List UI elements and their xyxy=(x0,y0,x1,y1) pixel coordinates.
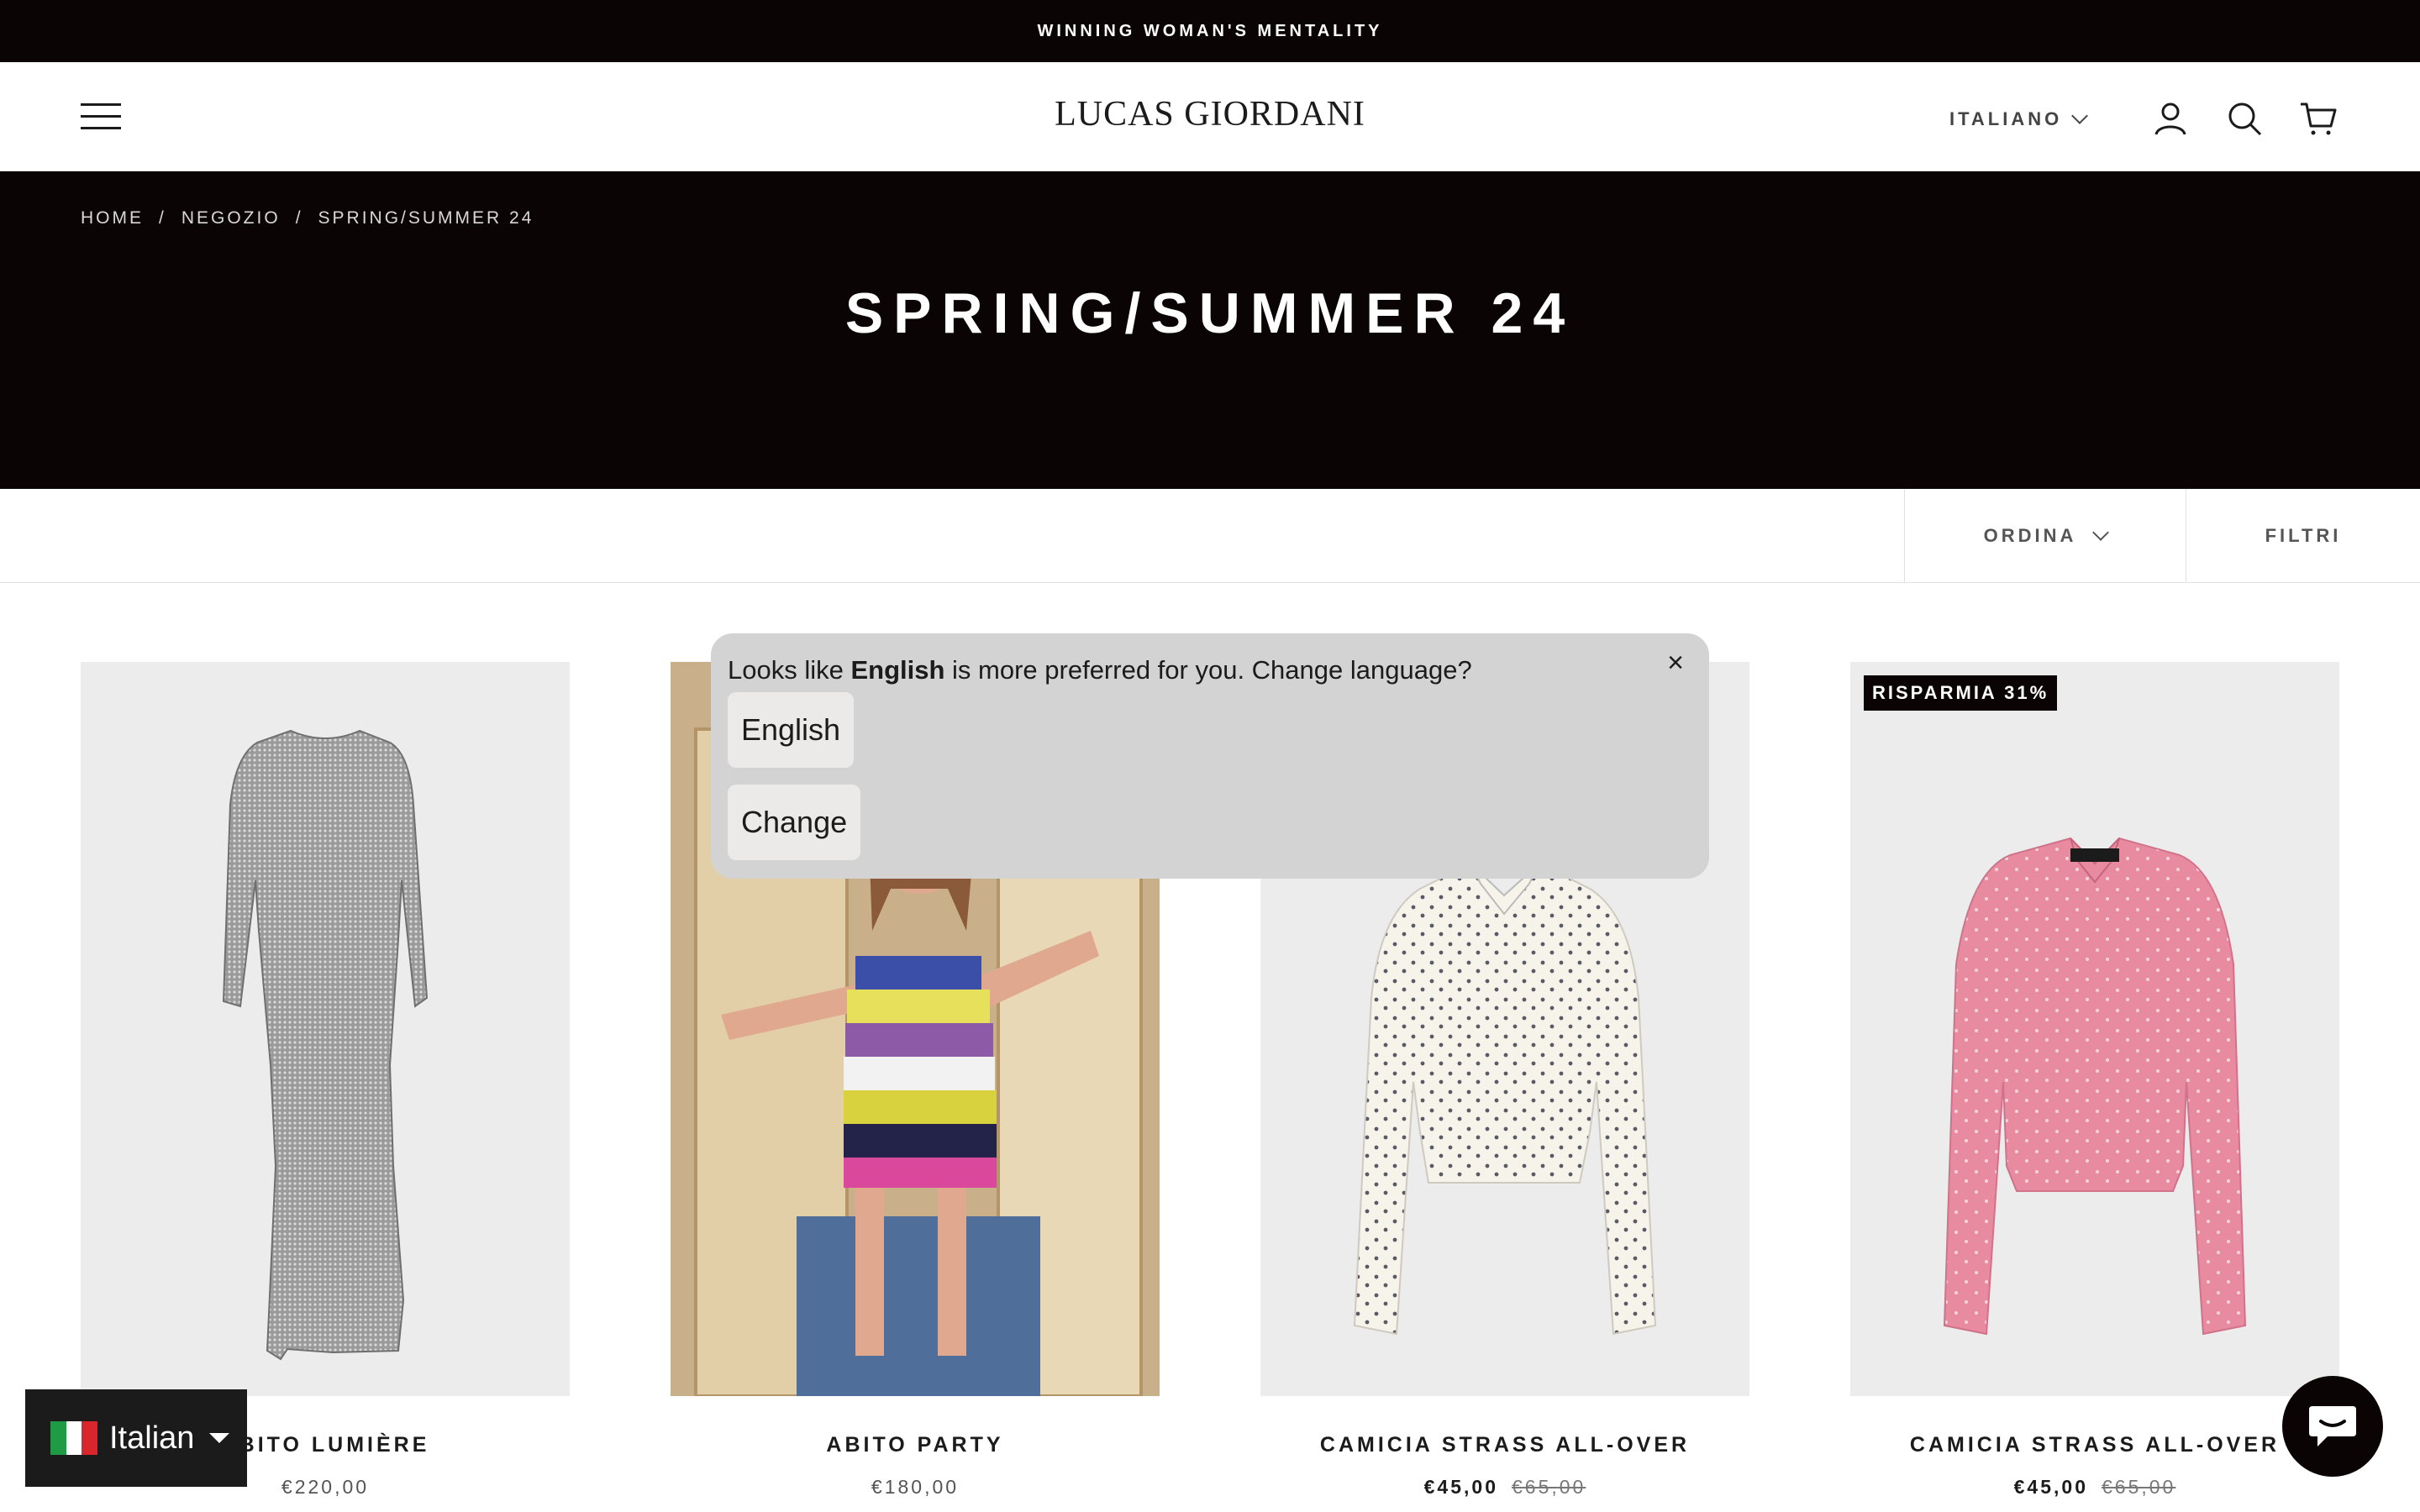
message-prefix: Looks like xyxy=(728,655,851,685)
sort-button[interactable]: ORDINA xyxy=(1904,489,2186,583)
discount-badge: RISPARMIA 31% xyxy=(1864,675,2058,711)
announcement-bar: WINNING WOMAN'S MENTALITY xyxy=(0,0,2420,62)
breadcrumb-home[interactable]: HOME xyxy=(81,208,144,228)
product-price: €45,00 €65,00 xyxy=(1850,1476,2339,1499)
message-suffix: is more preferred for you. Change langua… xyxy=(944,655,1472,685)
compare-price: €65,00 xyxy=(2102,1476,2176,1498)
breadcrumb-separator: / xyxy=(159,208,166,228)
message-language: English xyxy=(850,655,945,685)
language-option-button[interactable]: English xyxy=(728,692,855,768)
product-image[interactable]: RISPARMIA 31% xyxy=(1850,662,2339,1396)
collection-hero: HOME / NEGOZIO / SPRING/SUMMER 24 SPRING… xyxy=(0,171,2420,489)
compare-price: €65,00 xyxy=(1512,1476,1586,1498)
announcement-text: WINNING WOMAN'S MENTALITY xyxy=(1037,21,1383,40)
breadcrumb-shop[interactable]: NEGOZIO xyxy=(182,208,281,228)
chevron-down-icon xyxy=(2092,524,2110,541)
search-icon[interactable] xyxy=(2225,99,2264,138)
sort-label: ORDINA xyxy=(1983,525,2077,546)
menu-icon[interactable] xyxy=(81,103,121,132)
brand-logo[interactable]: LUCAS GIORDANI xyxy=(958,94,1462,134)
sale-price: €45,00 xyxy=(2013,1476,2088,1498)
account-icon[interactable] xyxy=(2151,99,2190,138)
cart-icon[interactable] xyxy=(2299,99,2338,138)
price: €180,00 xyxy=(871,1476,960,1498)
product-price: €180,00 xyxy=(671,1476,1160,1499)
product-price: €45,00 €65,00 xyxy=(1260,1476,1749,1499)
page-title: SPRING/SUMMER 24 xyxy=(844,281,1576,345)
caret-down-icon xyxy=(209,1433,230,1443)
product-card[interactable]: RISPARMIA 31% CAMICIA STRASS ALL-OVER €4… xyxy=(1850,662,2339,1499)
language-suggestion-message: Looks like English is more preferred for… xyxy=(728,655,1472,685)
breadcrumb-separator: / xyxy=(295,208,303,228)
close-icon[interactable]: × xyxy=(1662,648,1689,677)
italy-flag-icon xyxy=(50,1421,98,1455)
price: €220,00 xyxy=(281,1476,370,1498)
chevron-down-icon xyxy=(2071,108,2089,124)
product-name[interactable]: ABITO PARTY xyxy=(671,1433,1160,1457)
product-name[interactable]: CAMICIA STRASS ALL-OVER xyxy=(1260,1433,1749,1457)
breadcrumb-current: SPRING/SUMMER 24 xyxy=(318,208,534,228)
site-header: LUCAS GIORDANI ITALIANO xyxy=(0,62,2420,171)
language-switcher-widget[interactable]: Italian xyxy=(25,1389,247,1487)
chat-icon xyxy=(2309,1406,2356,1446)
language-selector-label: ITALIANO xyxy=(1949,108,2063,129)
product-image[interactable] xyxy=(81,662,570,1396)
change-language-button[interactable]: Change xyxy=(728,785,861,860)
filter-button[interactable]: FILTRI xyxy=(2186,489,2420,583)
product-card[interactable]: ABITO LUMIÈRE €220,00 xyxy=(81,662,570,1499)
filter-label: FILTRI xyxy=(2265,525,2342,546)
language-suggestion-popup: Looks like English is more preferred for… xyxy=(711,633,1709,879)
language-selector[interactable]: ITALIANO xyxy=(1949,102,2089,136)
language-widget-label: Italian xyxy=(109,1420,195,1456)
product-name[interactable]: CAMICIA STRASS ALL-OVER xyxy=(1850,1433,2339,1457)
breadcrumb: HOME / NEGOZIO / SPRING/SUMMER 24 xyxy=(81,208,534,228)
chat-button[interactable] xyxy=(2282,1376,2383,1477)
collection-toolbar: ORDINA FILTRI xyxy=(0,489,2420,583)
sale-price: €45,00 xyxy=(1423,1476,1498,1498)
